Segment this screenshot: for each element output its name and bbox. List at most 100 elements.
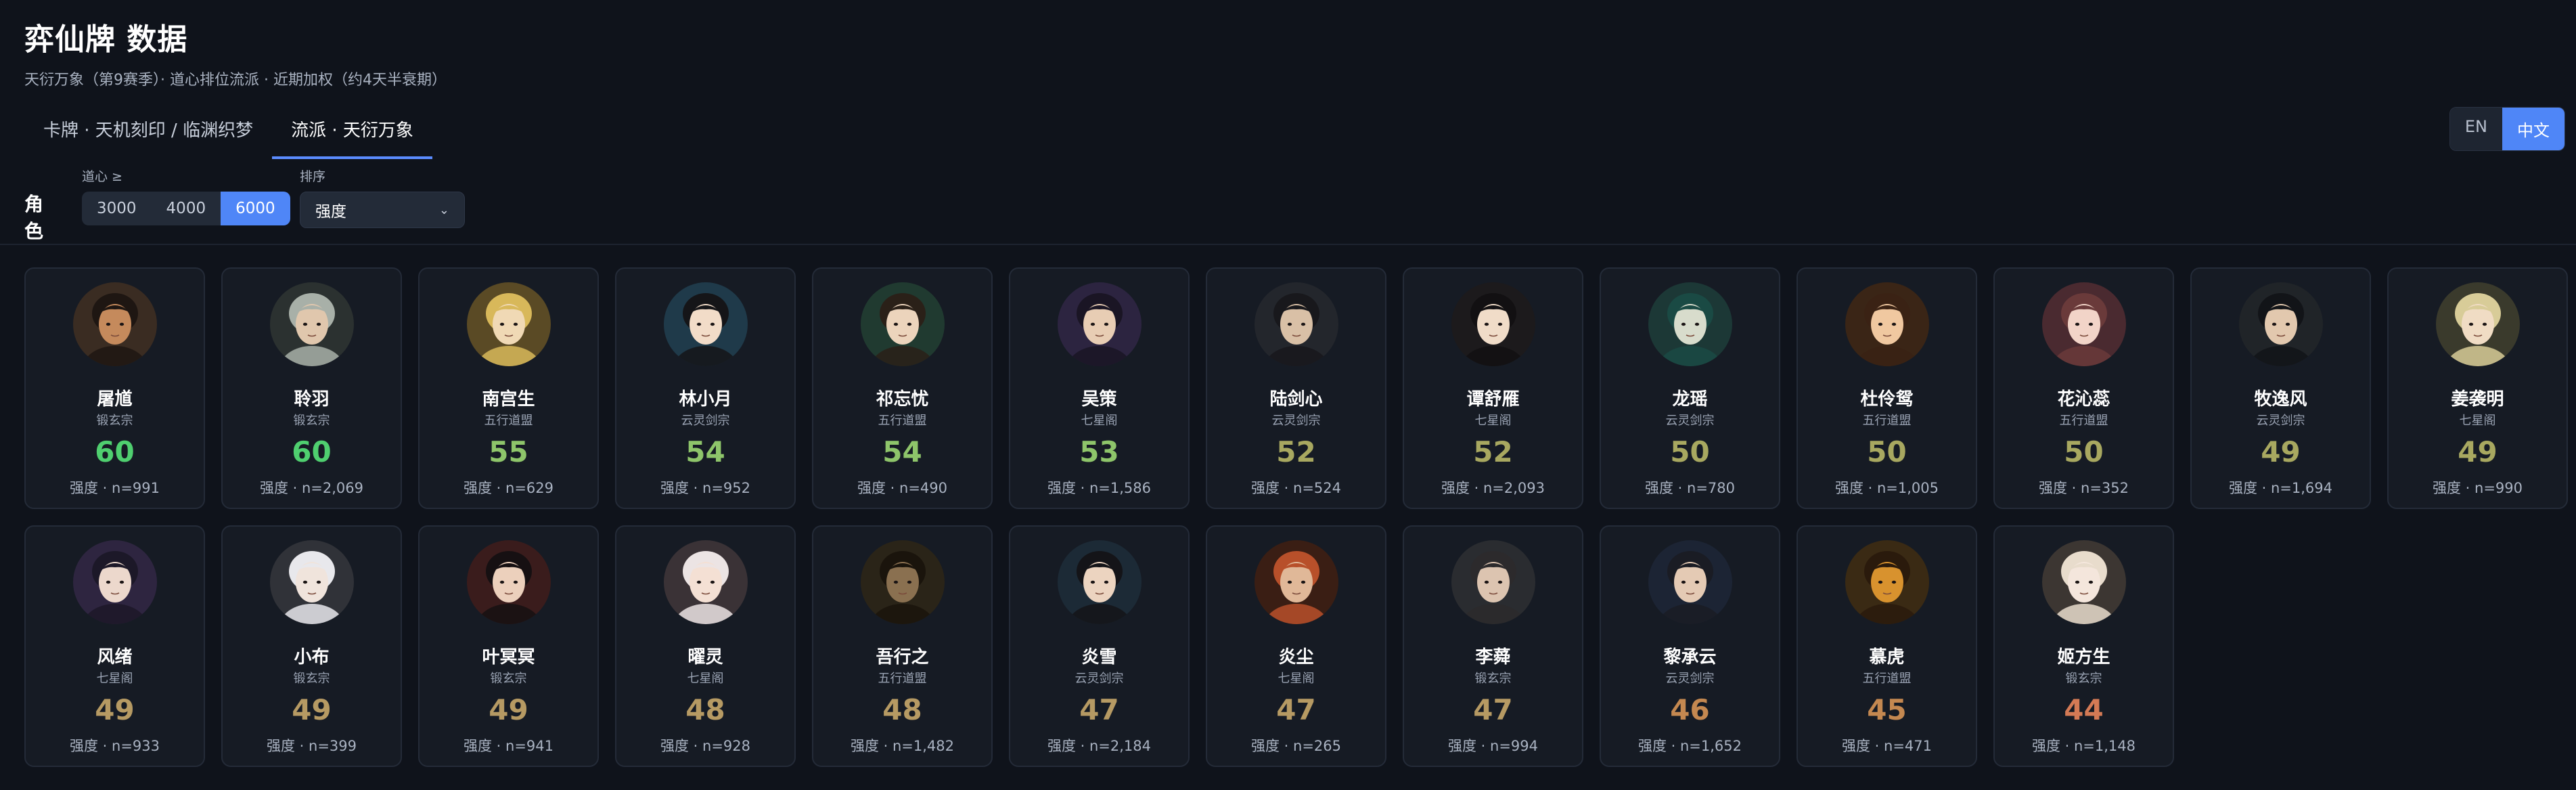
character-card[interactable]: 小布 锻玄宗 49 强度 · n=399 <box>221 525 402 767</box>
tab-archetypes[interactable]: 流派 · 天衍万象 <box>272 108 432 159</box>
character-name: 叶冥冥 <box>482 647 535 667</box>
language-toggle: EN 中文 <box>2449 107 2565 151</box>
character-card[interactable]: 龙瑶 云灵剑宗 50 强度 · n=780 <box>1600 267 1780 509</box>
portrait-navy-scholar-icon <box>1648 540 1732 624</box>
character-card[interactable]: 炎雪 云灵剑宗 47 强度 · n=2,184 <box>1009 525 1190 767</box>
character-sect: 锻玄宗 <box>293 414 330 428</box>
sample-count: 强度 · n=1,482 <box>850 738 955 754</box>
character-card[interactable]: 叶冥冥 锻玄宗 49 强度 · n=941 <box>418 525 599 767</box>
character-sect: 五行道盟 <box>1862 672 1912 686</box>
tab-bar: 卡牌 · 天机刻印 / 临渊织梦 流派 · 天衍万象 <box>24 108 432 159</box>
character-sect: 锻玄宗 <box>293 672 330 686</box>
character-sect: 云灵剑宗 <box>2256 414 2305 428</box>
sample-count: 强度 · n=1,652 <box>1637 738 1742 754</box>
character-card[interactable]: 谭舒雁 七星阁 52 强度 · n=2,093 <box>1403 267 1583 509</box>
character-card[interactable]: 吾行之 五行道盟 48 强度 · n=1,482 <box>812 525 993 767</box>
character-card[interactable]: 姬方生 锻玄宗 44 强度 · n=1,148 <box>1993 525 2174 767</box>
character-card[interactable]: 姜袭明 七星阁 49 强度 · n=990 <box>2387 267 2568 509</box>
strength-score: 50 <box>1867 435 1907 468</box>
character-card[interactable]: 祁忘忧 五行道盟 54 强度 · n=490 <box>812 267 993 509</box>
sample-count: 强度 · n=352 <box>2038 480 2129 496</box>
character-card[interactable]: 慕虎五行道盟 45 强度 · n=471 <box>1797 525 1977 767</box>
strength-score: 55 <box>489 435 528 468</box>
sort-select[interactable]: 强度 ⌄ <box>300 192 465 228</box>
character-sect: 锻玄宗 <box>1474 672 1512 686</box>
character-sect: 七星阁 <box>1081 414 1118 428</box>
portrait-dark-hair-youth-icon <box>2238 282 2323 366</box>
sample-count: 强度 · n=994 <box>1447 738 1538 754</box>
character-sect: 锻玄宗 <box>490 672 527 686</box>
character-card[interactable]: 杜伶鸳 五行道盟 50 强度 · n=1,005 <box>1797 267 1977 509</box>
character-name: 谭舒雁 <box>1466 389 1520 410</box>
character-sect: 云灵剑宗 <box>1271 414 1321 428</box>
role-label: 角色 <box>24 193 44 242</box>
character-sect: 七星阁 <box>1474 414 1512 428</box>
character-card[interactable]: 风绪 七星阁 49 强度 · n=933 <box>24 525 205 767</box>
character-card[interactable]: 林小月 云灵剑宗 54 强度 · n=952 <box>615 267 796 509</box>
sample-count: 强度 · n=2,093 <box>1441 480 1545 496</box>
strength-score: 52 <box>1276 435 1316 468</box>
character-card[interactable]: 黎承云 云灵剑宗 46 强度 · n=1,652 <box>1600 525 1780 767</box>
sample-count: 强度 · n=991 <box>69 480 160 496</box>
portrait-orange-dancer-icon <box>1845 282 1929 366</box>
sample-count: 强度 · n=928 <box>660 738 750 754</box>
portrait-lady-hairpin-icon <box>1451 282 1535 366</box>
portrait-green-ornaments-icon <box>860 282 945 366</box>
character-card[interactable]: 花沁蕊 五行道盟 50 强度 · n=352 <box>1993 267 2174 509</box>
strength-score: 49 <box>489 693 528 726</box>
strength-score: 46 <box>1670 693 1710 726</box>
character-sect: 七星阁 <box>96 672 133 686</box>
lang-en-button[interactable]: EN <box>2449 108 2502 150</box>
character-name: 炎尘 <box>1278 647 1314 667</box>
character-name: 祁忘忧 <box>876 389 929 410</box>
character-sect: 云灵剑宗 <box>1665 672 1715 686</box>
character-name: 龙瑶 <box>1672 389 1708 410</box>
character-card[interactable]: 吴策 七星阁 53 强度 · n=1,586 <box>1009 267 1190 509</box>
character-name: 屠馗 <box>97 389 133 410</box>
divider <box>0 244 2576 245</box>
page-title: 弈仙牌 数据 <box>24 22 188 57</box>
character-sect: 五行道盟 <box>484 414 533 428</box>
character-card[interactable]: 陆剑心 云灵剑宗 52 强度 · n=524 <box>1206 267 1386 509</box>
character-card[interactable]: 牧逸风 云灵剑宗 49 强度 · n=1,694 <box>2190 267 2371 509</box>
sort-select-value: 强度 <box>315 203 346 221</box>
strength-score: 49 <box>2458 435 2498 468</box>
character-card[interactable]: 南宫生 五行道盟 55 强度 · n=629 <box>418 267 599 509</box>
sample-count: 强度 · n=265 <box>1250 738 1341 754</box>
character-card[interactable]: 曜灵 七星阁 48 强度 · n=928 <box>615 525 796 767</box>
daoxin-option-6000[interactable]: 6000 <box>221 192 290 225</box>
sample-count: 强度 · n=2,184 <box>1047 738 1152 754</box>
portrait-violet-lady-icon <box>72 540 157 624</box>
character-card[interactable]: 炎尘 七星阁 47 强度 · n=265 <box>1206 525 1386 767</box>
character-name: 南宫生 <box>482 389 535 410</box>
tab-cards[interactable]: 卡牌 · 天机刻印 / 临渊织梦 <box>24 108 272 159</box>
daoxin-option-4000[interactable]: 4000 <box>151 192 221 225</box>
character-card[interactable]: 屠馗 锻玄宗 60 强度 · n=991 <box>24 267 205 509</box>
sample-count: 强度 · n=490 <box>857 480 947 496</box>
character-card[interactable]: 李蕣 锻玄宗 47 强度 · n=994 <box>1403 525 1583 767</box>
character-name: 吴策 <box>1081 389 1117 410</box>
strength-score: 44 <box>2064 693 2104 726</box>
lang-zh-button[interactable]: 中文 <box>2502 108 2564 150</box>
strength-score: 45 <box>1867 693 1907 726</box>
strength-score: 50 <box>2064 435 2104 468</box>
daoxin-segmented-control: 3000 4000 6000 <box>82 192 290 225</box>
daoxin-option-3000[interactable]: 3000 <box>82 192 152 225</box>
character-sect: 云灵剑宗 <box>1075 672 1124 686</box>
portrait-pale-blond-icon <box>2041 540 2126 624</box>
character-name: 慕虎 <box>1869 647 1905 667</box>
strength-score: 47 <box>1473 693 1513 726</box>
sample-count: 强度 · n=471 <box>1841 738 1932 754</box>
character-sect: 云灵剑宗 <box>681 414 730 428</box>
character-name: 吾行之 <box>876 647 929 667</box>
sample-count: 强度 · n=1,005 <box>1834 480 1939 496</box>
sample-count: 强度 · n=399 <box>266 738 357 754</box>
character-name: 陆剑心 <box>1269 389 1323 410</box>
header: 弈仙牌 数据 天衍万象（第9赛季）· 道心排位流派 · 近期加权（约4天半衰期） <box>24 15 447 89</box>
sample-count: 强度 · n=933 <box>69 738 160 754</box>
character-name: 曜灵 <box>687 647 723 667</box>
character-sect: 七星阁 <box>687 672 724 686</box>
portrait-pink-flowers-icon <box>2041 282 2126 366</box>
chevron-down-icon: ⌄ <box>438 202 449 217</box>
character-card[interactable]: 聆羽 锻玄宗 60 强度 · n=2,069 <box>221 267 402 509</box>
